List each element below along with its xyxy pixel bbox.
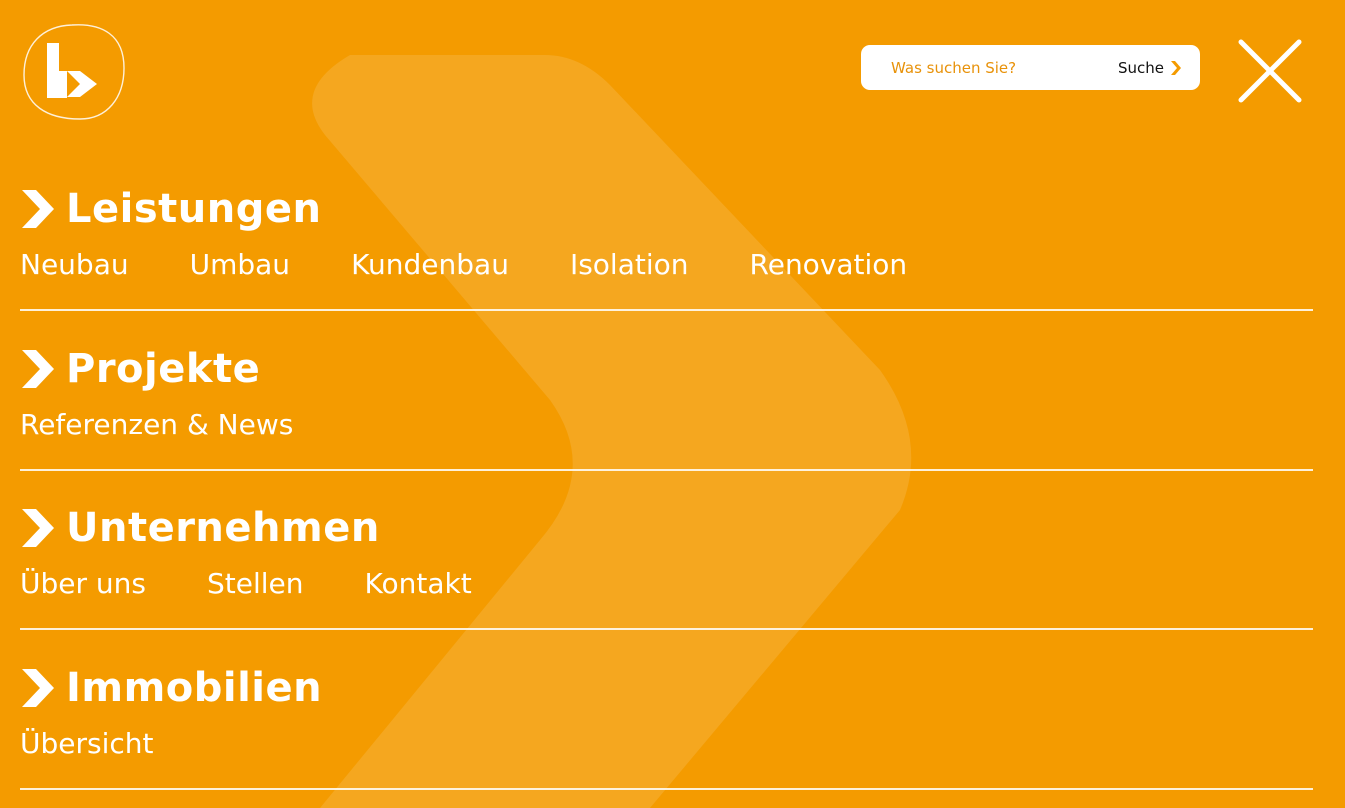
close-icon[interactable]	[1238, 39, 1302, 103]
search-button[interactable]: Suche	[1118, 45, 1182, 90]
nav-section-unternehmen: Unternehmen Über uns Stellen Kontakt	[20, 504, 1313, 630]
nav-link-uebersicht[interactable]: Übersicht	[20, 727, 154, 761]
sub-links-leistungen: Neubau Umbau Kundenbau Isolation Renovat…	[20, 248, 907, 282]
section-heading-leistungen[interactable]: Leistungen	[20, 185, 321, 233]
section-title: Immobilien	[66, 665, 323, 711]
section-heading-immobilien[interactable]: Immobilien	[20, 664, 322, 712]
chevron-right-icon	[22, 350, 54, 388]
chevron-right-icon	[22, 509, 54, 547]
nav-link-referenzen-news[interactable]: Referenzen & News	[20, 408, 293, 442]
search-button-label: Suche	[1117, 58, 1164, 77]
section-heading-unternehmen[interactable]: Unternehmen	[20, 504, 380, 552]
section-title: Leistungen	[66, 186, 322, 232]
brand-logo-icon[interactable]	[22, 23, 126, 121]
section-title: Projekte	[66, 346, 261, 392]
nav-link-stellen[interactable]: Stellen	[207, 567, 304, 601]
nav-link-kontakt[interactable]: Kontakt	[365, 567, 472, 601]
nav-section-leistungen: Leistungen Neubau Umbau Kundenbau Isolat…	[20, 185, 1313, 311]
sub-links-immobilien: Übersicht	[20, 727, 154, 761]
nav-link-umbau[interactable]: Umbau	[190, 248, 290, 282]
sub-links-unternehmen: Über uns Stellen Kontakt	[20, 567, 472, 601]
search-bar: Suche	[861, 45, 1200, 90]
nav-link-renovation[interactable]: Renovation	[750, 248, 908, 282]
section-heading-projekte[interactable]: Projekte	[20, 345, 260, 393]
nav-link-isolation[interactable]: Isolation	[570, 248, 689, 282]
nav-link-neubau[interactable]: Neubau	[20, 248, 129, 282]
chevron-right-icon	[1171, 60, 1181, 75]
nav-link-ueber-uns[interactable]: Über uns	[20, 567, 146, 601]
section-title: Unternehmen	[66, 505, 380, 551]
chevron-right-icon	[22, 190, 54, 228]
nav-section-projekte: Projekte Referenzen & News	[20, 345, 1313, 471]
chevron-right-icon	[22, 669, 54, 707]
nav-section-immobilien: Immobilien Übersicht	[20, 664, 1313, 790]
sub-links-projekte: Referenzen & News	[20, 408, 293, 442]
search-input[interactable]	[891, 58, 1101, 77]
nav-link-kundenbau[interactable]: Kundenbau	[351, 248, 509, 282]
